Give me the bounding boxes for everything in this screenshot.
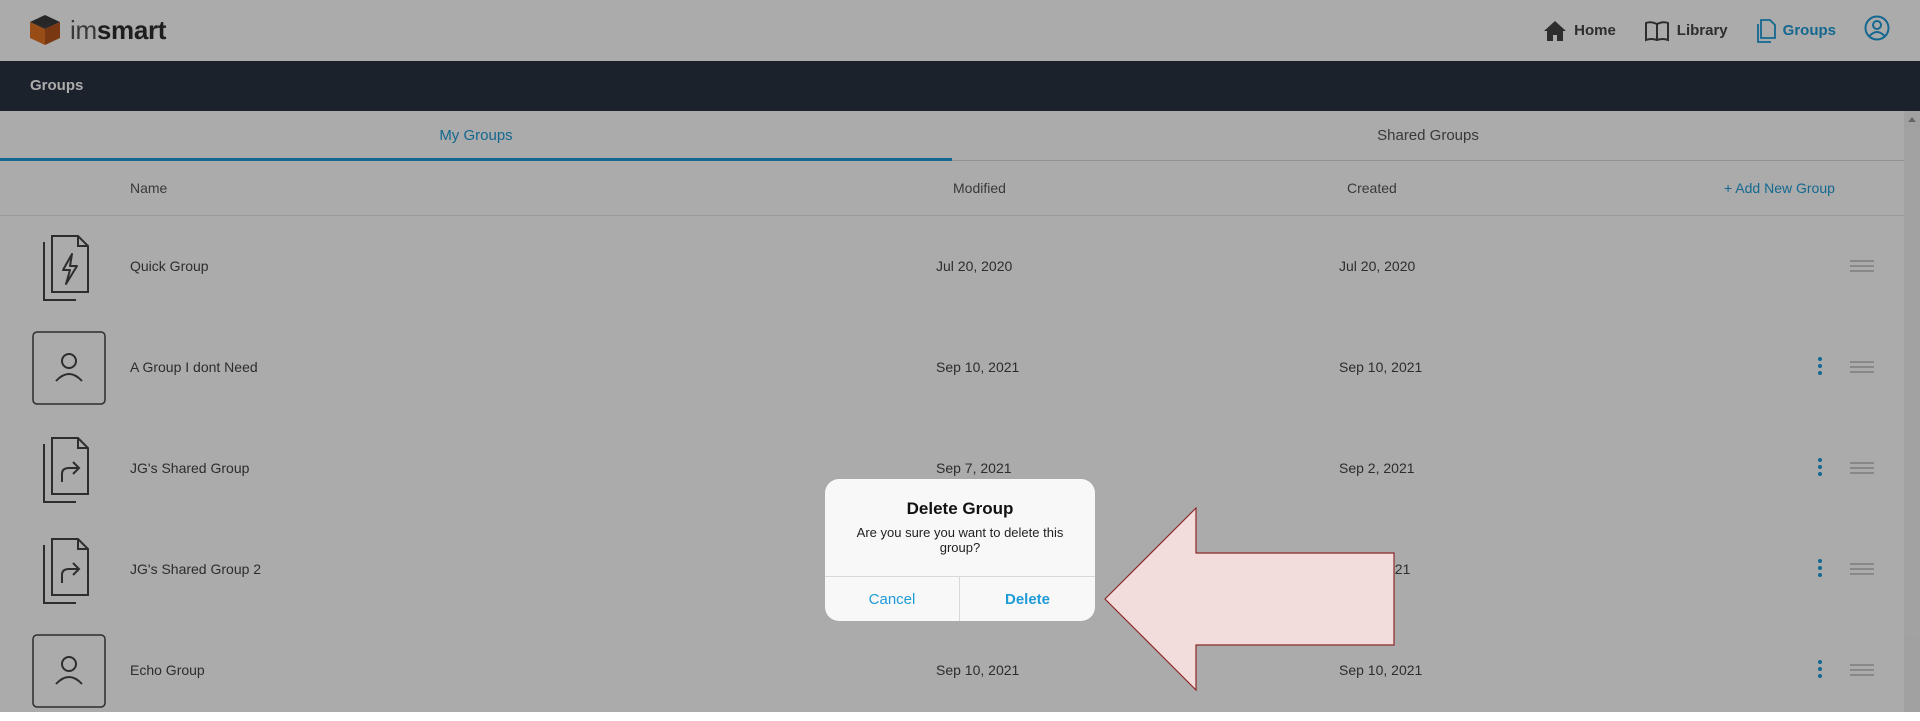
cancel-button[interactable]: Cancel [825, 577, 960, 621]
dialog-title: Delete Group [906, 499, 1014, 518]
dialog-message: Are you sure you want to delete this gro… [856, 525, 1064, 555]
delete-button[interactable]: Delete [960, 577, 1095, 621]
delete-group-dialog: Delete Group Are you sure you want to de… [825, 479, 1095, 621]
dialog-actions: Cancel Delete [825, 576, 1095, 621]
annotation-arrow-icon [1104, 507, 1395, 691]
